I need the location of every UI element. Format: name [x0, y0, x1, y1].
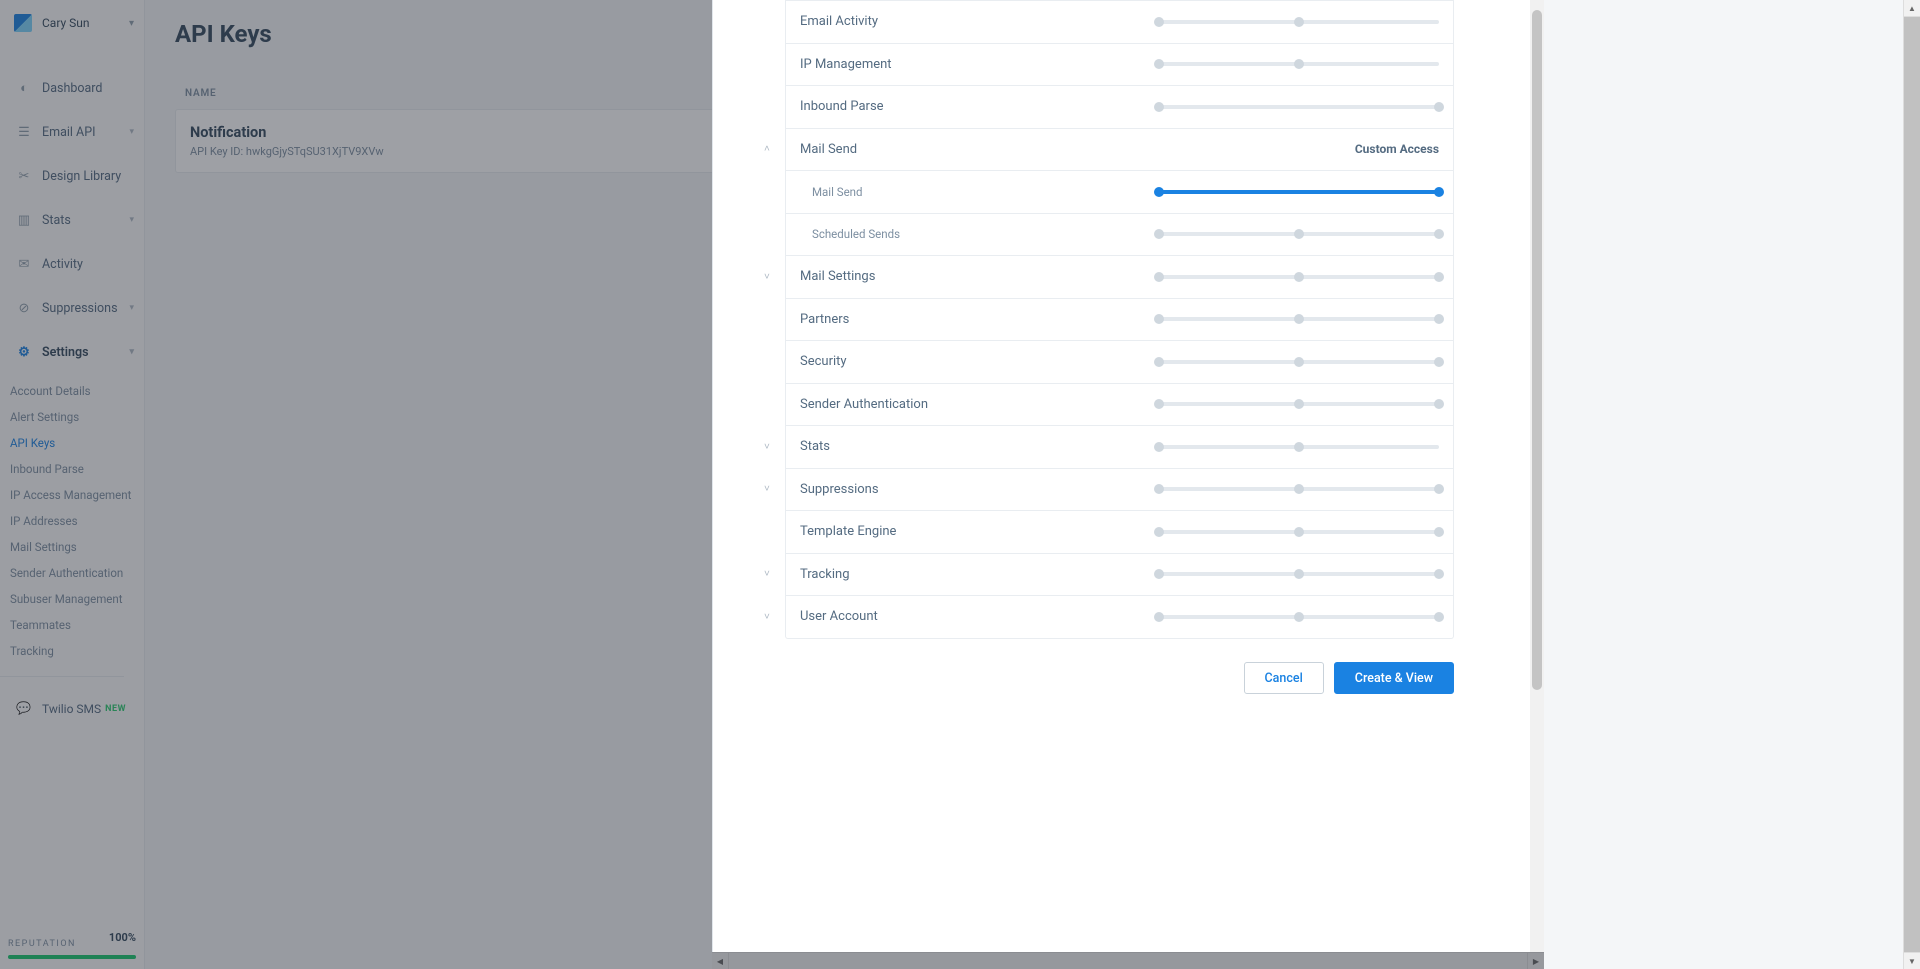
- scroll-up-arrow-icon[interactable]: ▲: [1904, 0, 1920, 17]
- perm-slider-tracking[interactable]: [1159, 564, 1439, 584]
- perm-slider-stats[interactable]: [1159, 437, 1439, 457]
- perm-slider-scheduled-sends[interactable]: [1159, 224, 1439, 244]
- perm-label: Template Engine: [800, 524, 896, 539]
- perm-slider-mail-send[interactable]: [1159, 182, 1439, 202]
- perm-label: Stats: [800, 439, 830, 454]
- perm-row-stats[interactable]: ˅ Stats: [786, 425, 1453, 468]
- perm-label: Tracking: [800, 567, 850, 582]
- perm-label: Mail Send: [800, 142, 857, 157]
- perm-row-user-account[interactable]: ˅ User Account: [786, 595, 1453, 638]
- scrollbar-thumb[interactable]: [1904, 17, 1920, 952]
- perm-row-email-activity: Email Activity: [786, 0, 1453, 43]
- perm-label: Inbound Parse: [800, 99, 884, 114]
- chevron-down-icon: ˅: [764, 484, 770, 495]
- modal-scrollbar[interactable]: [1530, 0, 1544, 952]
- perm-row-partners: Partners: [786, 298, 1453, 341]
- chevron-down-icon: ˅: [764, 611, 770, 622]
- perm-row-tracking[interactable]: ˅ Tracking: [786, 553, 1453, 596]
- scroll-down-arrow-icon[interactable]: ▼: [1904, 952, 1920, 969]
- perm-slider-user-account[interactable]: [1159, 607, 1439, 627]
- perm-slider-mail-settings[interactable]: [1159, 267, 1439, 287]
- modal-actions: Cancel Create & View: [1244, 662, 1454, 694]
- cancel-button[interactable]: Cancel: [1244, 662, 1324, 694]
- perm-slider-template-engine[interactable]: [1159, 522, 1439, 542]
- perm-row-scheduled-sends: Scheduled Sends: [786, 213, 1453, 256]
- perm-slider-inbound-parse[interactable]: [1159, 97, 1439, 117]
- custom-access-label: Custom Access: [1355, 142, 1439, 156]
- chevron-down-icon: ˅: [764, 569, 770, 580]
- window-vertical-scrollbar[interactable]: ▲ ▼: [1903, 0, 1920, 969]
- perm-label: Mail Send: [812, 185, 863, 199]
- chevron-down-icon: ˅: [764, 441, 770, 452]
- perm-label: Sender Authentication: [800, 397, 928, 412]
- perm-label: User Account: [800, 609, 878, 624]
- perm-label: IP Management: [800, 57, 892, 72]
- perm-label: Email Activity: [800, 14, 878, 29]
- perm-slider-suppressions[interactable]: [1159, 479, 1439, 499]
- perm-slider-security[interactable]: [1159, 352, 1439, 372]
- chevron-down-icon: ˅: [764, 271, 770, 282]
- perm-row-mail-send-sub: Mail Send: [786, 170, 1453, 213]
- perm-row-suppressions[interactable]: ˅ Suppressions: [786, 468, 1453, 511]
- chevron-up-icon: ˄: [764, 144, 770, 155]
- perm-slider-email-activity[interactable]: [1159, 12, 1439, 32]
- perm-label: Scheduled Sends: [812, 227, 900, 241]
- perm-row-inbound-parse: Inbound Parse: [786, 85, 1453, 128]
- perm-slider-ip-management[interactable]: [1159, 54, 1439, 74]
- permissions-list: Email Activity IP Management Inbound Par…: [785, 0, 1454, 639]
- create-view-button[interactable]: Create & View: [1334, 662, 1454, 694]
- perm-row-sender-auth: Sender Authentication: [786, 383, 1453, 426]
- perm-row-security: Security: [786, 340, 1453, 383]
- scrollbar-thumb[interactable]: [1532, 10, 1542, 690]
- perm-row-ip-management: IP Management: [786, 43, 1453, 86]
- perm-label: Partners: [800, 312, 849, 327]
- perm-row-template-engine: Template Engine: [786, 510, 1453, 553]
- api-key-permissions-panel: Email Activity IP Management Inbound Par…: [712, 0, 1544, 952]
- perm-label: Suppressions: [800, 482, 879, 497]
- perm-slider-sender-auth[interactable]: [1159, 394, 1439, 414]
- perm-label: Mail Settings: [800, 269, 875, 284]
- perm-row-mail-send-header[interactable]: ˄ Mail Send Custom Access: [786, 128, 1453, 171]
- perm-label: Security: [800, 354, 847, 369]
- perm-row-mail-settings[interactable]: ˅ Mail Settings: [786, 255, 1453, 298]
- perm-slider-partners[interactable]: [1159, 309, 1439, 329]
